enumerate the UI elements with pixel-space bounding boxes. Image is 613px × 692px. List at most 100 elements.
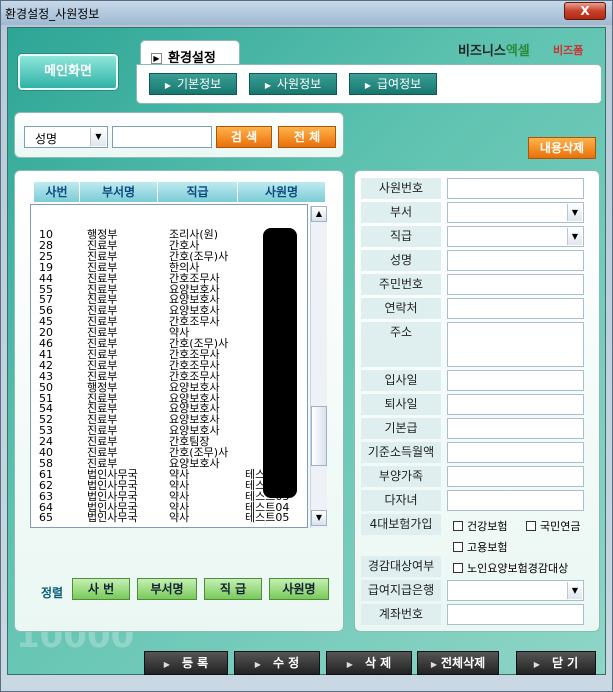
elderly-care-reduction-checkbox[interactable]: 노인요양보험경감대상	[453, 560, 568, 576]
department-select[interactable]: ▼	[447, 202, 584, 223]
scroll-down-icon[interactable]: ▼	[311, 510, 327, 526]
table-row[interactable]: 20 진료부 약사	[31, 327, 287, 338]
label-leave-date: 퇴사일	[361, 394, 441, 415]
close-button[interactable]: X	[564, 2, 606, 20]
delete-button[interactable]: ▶ 삭 제	[326, 651, 412, 675]
sort-by-name-button[interactable]: 사원명	[269, 578, 329, 600]
col-employee-no[interactable]: 사번	[34, 182, 80, 202]
chevron-down-icon: ▼	[567, 204, 582, 221]
logo-suffix: 엑셀	[505, 44, 530, 59]
health-insurance-label: 건강보험	[467, 520, 508, 533]
search-input[interactable]	[112, 126, 212, 148]
col-department[interactable]: 부서명	[80, 182, 158, 202]
name-field[interactable]	[447, 250, 584, 271]
table-row[interactable]: 52 진료부 요양보호사	[31, 414, 287, 425]
chevron-down-icon: ▼	[567, 582, 582, 599]
employment-insurance-label: 고용보험	[467, 541, 508, 554]
main-screen-button[interactable]: 메인화면	[18, 54, 118, 90]
list-scrollbar[interactable]: ▲ ▼	[310, 206, 327, 528]
leave-date-field[interactable]	[447, 394, 584, 415]
table-row[interactable]: 50 행정부 요양보호사	[31, 382, 287, 393]
register-button[interactable]: ▶ 등 록	[144, 651, 228, 675]
label-dependents: 부양가족	[361, 466, 441, 487]
table-row[interactable]: 42 진료부 간호조무사	[31, 360, 287, 371]
logo-prefix: 비즈니스	[458, 44, 506, 59]
show-all-button[interactable]: 전 체	[278, 126, 336, 148]
arrow-icon: ▶	[430, 660, 437, 669]
delete-all-button[interactable]: ▶ 전체삭제	[417, 651, 499, 675]
national-pension-label: 국민연금	[540, 520, 581, 533]
address-field[interactable]	[447, 322, 584, 367]
employee-no-field[interactable]	[447, 178, 584, 199]
arrow-icon: ▶	[264, 81, 271, 90]
label-address: 주소	[361, 322, 441, 367]
tab-employee-info[interactable]: ▶ 사원정보	[249, 73, 337, 95]
cell-rank: 약사	[169, 511, 190, 525]
contact-field[interactable]	[447, 298, 584, 319]
table-row[interactable]: 56 진료부 요양보호사	[31, 305, 287, 316]
checkbox-icon	[453, 542, 463, 552]
table-row[interactable]: 19 진료부 한의사	[31, 262, 287, 273]
tab-salary-info[interactable]: ▶ 급여정보	[349, 73, 437, 95]
table-row[interactable]: 28 진료부 간호사	[31, 240, 287, 251]
tab-basic-info[interactable]: ▶ 기본정보	[149, 73, 237, 95]
table-row[interactable]: 65 법인사무국 약사 테스트05	[31, 511, 289, 525]
table-row[interactable]: 41 진료부 간호조무사	[31, 349, 287, 360]
tab-salary-info-label: 급여정보	[376, 77, 422, 91]
table-row[interactable]: 24 진료부 간호팀장	[31, 436, 287, 447]
multi-child-field[interactable]	[447, 490, 584, 511]
table-row[interactable]: 45 진료부 간호조무사	[31, 316, 287, 327]
col-employee-name[interactable]: 사원명	[238, 182, 326, 202]
label-department: 부서	[361, 202, 441, 223]
delete-content-button[interactable]: 내용삭제	[528, 137, 596, 159]
list-header: 사번 부서명 직급 사원명	[34, 182, 326, 202]
modify-button[interactable]: ▶ 수 정	[234, 651, 320, 675]
base-pay-field[interactable]	[447, 418, 584, 439]
table-row[interactable]: 43 진료부 간호조무사	[31, 371, 287, 382]
rank-select[interactable]: ▼	[447, 226, 584, 247]
label-hire-date: 입사일	[361, 370, 441, 391]
resident-no-field[interactable]	[447, 274, 584, 295]
table-row[interactable]: 57 진료부 요양보호사	[31, 294, 287, 305]
table-row[interactable]: 10 행정부 조리사(원)	[31, 229, 287, 240]
standard-income-field[interactable]	[447, 442, 584, 463]
account-no-field[interactable]	[447, 604, 584, 625]
table-row[interactable]: 53 진료부 요양보호사	[31, 425, 287, 436]
settings-tab: ▶ 환경설정	[140, 40, 240, 66]
employment-insurance-checkbox[interactable]: 고용보험	[453, 539, 507, 555]
sort-by-dept-button[interactable]: 부서명	[137, 578, 197, 600]
close-label: 닫 기	[551, 656, 579, 670]
table-row[interactable]: 55 진료부 요양보호사	[31, 284, 287, 295]
national-pension-checkbox[interactable]: 국민연금	[526, 518, 580, 534]
label-resident-no: 주민번호	[361, 274, 441, 295]
table-row[interactable]: 46 진료부 간호(조무)사	[31, 338, 287, 349]
table-row[interactable]: 63법인사무국약사테스트03	[31, 491, 289, 502]
table-row[interactable]: 54 진료부 요양보호사	[31, 403, 287, 414]
chevron-down-icon: ▼	[90, 128, 106, 146]
window-title: 환경설정_사원정보	[5, 7, 100, 21]
table-row[interactable]: 51 진료부 요양보호사	[31, 393, 287, 404]
redaction-mark	[263, 228, 297, 498]
col-rank[interactable]: 직급	[158, 182, 238, 202]
dependents-field[interactable]	[447, 466, 584, 487]
sort-by-rank-button[interactable]: 직 급	[204, 578, 262, 600]
chevron-down-icon: ▼	[567, 228, 582, 245]
hire-date-field[interactable]	[447, 370, 584, 391]
label-rank: 직급	[361, 226, 441, 247]
sort-by-id-button[interactable]: 사 번	[72, 578, 130, 600]
close-button-footer[interactable]: ▶ 닫 기	[516, 651, 596, 675]
label-base-pay: 기본급	[361, 418, 441, 439]
cell-employee-no: 44	[39, 271, 53, 285]
health-insurance-checkbox[interactable]: 건강보험	[453, 518, 507, 534]
search-field-select[interactable]: 성명 ▼	[24, 126, 108, 148]
table-row[interactable]: 25 진료부 간호(조무)사	[31, 251, 287, 262]
scroll-thumb[interactable]	[311, 406, 327, 466]
sort-label: 정렬	[41, 586, 64, 600]
table-row[interactable]: 44 진료부 간호조무사	[31, 273, 287, 284]
bank-select[interactable]: ▼	[447, 580, 584, 601]
tab-basic-info-label: 기본정보	[176, 77, 222, 91]
cell-rank: 요양보호사	[169, 380, 220, 394]
search-button[interactable]: 검 색	[216, 126, 272, 148]
table-row[interactable]: 40 진료부 간호(조무)사	[31, 447, 287, 458]
scroll-up-icon[interactable]: ▲	[311, 206, 327, 222]
